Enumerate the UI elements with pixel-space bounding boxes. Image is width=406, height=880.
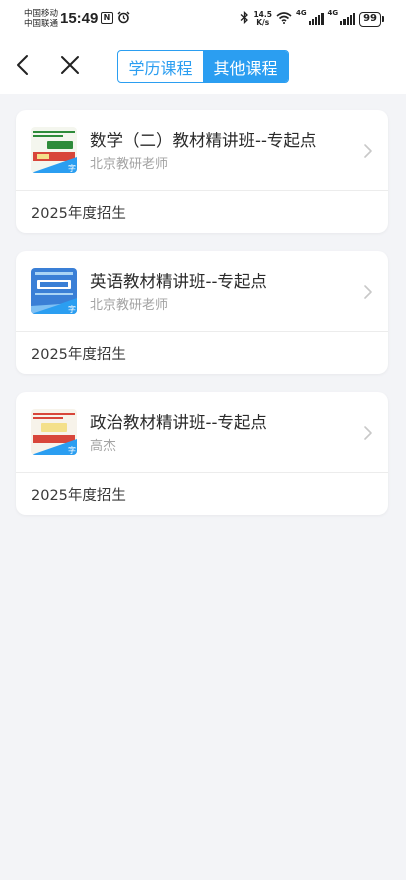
battery-icon: 99 xyxy=(359,11,381,27)
card-divider xyxy=(16,472,388,473)
nav-bar: 学历课程 其他课程 xyxy=(0,38,406,94)
network-speed-unit: K/s xyxy=(256,18,270,27)
course-thumbnail: 字 xyxy=(31,127,77,173)
carrier-line-2: 中国联通 xyxy=(24,19,59,29)
battery-tip xyxy=(382,16,384,22)
course-title: 数学（二）教材精讲班--专起点 xyxy=(90,131,317,150)
network-type-1: 4G xyxy=(295,9,307,17)
course-card-math[interactable]: 字 数学（二）教材精讲班--专起点 北京教研老师 2025年度招生 xyxy=(16,110,388,233)
card-divider xyxy=(16,331,388,332)
course-card-header: 字 政治教材精讲班--专起点 高杰 xyxy=(16,392,388,472)
course-title: 英语教材精讲班--专起点 xyxy=(90,272,267,291)
tab-degree-courses[interactable]: 学历课程 xyxy=(118,51,203,82)
course-thumbnail: 字 xyxy=(31,409,77,455)
network-type-2: 4G xyxy=(327,9,339,17)
course-type-tabs: 学历课程 其他课程 xyxy=(117,50,289,83)
course-thumbnail: 字 xyxy=(31,268,77,314)
bluetooth-icon xyxy=(240,10,249,27)
course-card-header: 字 数学（二）教材精讲班--专起点 北京教研老师 xyxy=(16,110,388,190)
enrollment-year: 2025年度招生 xyxy=(31,488,126,504)
svg-text:字: 字 xyxy=(68,445,76,455)
chevron-right-icon xyxy=(362,284,374,300)
svg-text:字: 字 xyxy=(68,163,76,173)
nfc-icon: N xyxy=(101,12,113,24)
signal-icon-2 xyxy=(340,13,356,25)
course-list: 字 数学（二）教材精讲班--专起点 北京教研老师 2025年度招生 字 英语教材… xyxy=(16,110,388,533)
network-speed: 14.5 K/s xyxy=(253,11,272,27)
course-card-english[interactable]: 字 英语教材精讲班--专起点 北京教研老师 2025年度招生 xyxy=(16,251,388,374)
wifi-icon xyxy=(276,11,292,27)
close-icon[interactable] xyxy=(58,53,82,77)
status-time: 15:49 xyxy=(60,10,99,27)
chevron-right-icon xyxy=(362,425,374,441)
signal-icon-1 xyxy=(308,13,324,25)
course-title: 政治教材精讲班--专起点 xyxy=(90,413,267,432)
course-card-header: 字 英语教材精讲班--专起点 北京教研老师 xyxy=(16,251,388,331)
tab-other-courses[interactable]: 其他课程 xyxy=(203,51,288,82)
right-status-icons: 14.5 K/s 4G 4G 99 xyxy=(240,9,384,29)
back-icon[interactable] xyxy=(12,53,36,77)
carrier-info: 中国移动 中国联通 xyxy=(24,9,58,29)
course-teacher: 高杰 xyxy=(90,439,117,454)
carrier-line-1: 中国移动 xyxy=(24,9,59,19)
chevron-right-icon xyxy=(362,143,374,159)
status-bar: 中国移动 中国联通 15:49 N 14.5 K/s 4G 4G 99 xyxy=(0,0,406,38)
enrollment-year: 2025年度招生 xyxy=(31,206,126,222)
course-teacher: 北京教研老师 xyxy=(90,157,169,172)
enrollment-year: 2025年度招生 xyxy=(31,347,126,363)
svg-text:字: 字 xyxy=(68,304,76,314)
course-teacher: 北京教研老师 xyxy=(90,298,169,313)
card-divider xyxy=(16,190,388,191)
course-card-politics[interactable]: 字 政治教材精讲班--专起点 高杰 2025年度招生 xyxy=(16,392,388,515)
alarm-icon xyxy=(117,11,130,27)
